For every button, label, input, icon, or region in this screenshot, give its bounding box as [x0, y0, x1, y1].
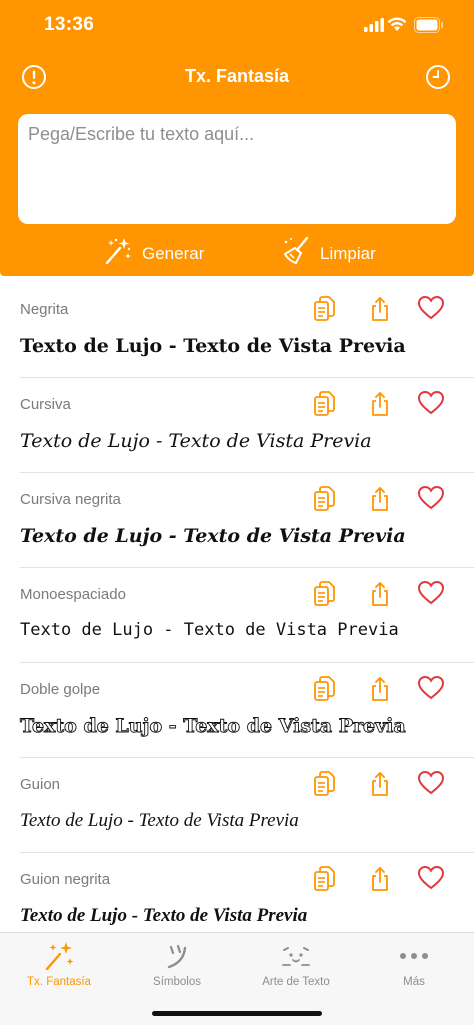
cellular-signal-icon [364, 18, 384, 37]
heart-icon[interactable] [417, 580, 445, 611]
tab-label: Tx. Fantasía [27, 976, 91, 988]
copy-icon[interactable] [312, 580, 338, 613]
copy-icon[interactable] [312, 770, 338, 803]
sparkles-icon [0, 941, 118, 971]
style-name: Monoespaciado [20, 586, 126, 603]
row-actions [312, 390, 474, 420]
style-name: Doble golpe [20, 681, 101, 698]
tab-symbols[interactable]: Símbolos [118, 941, 236, 988]
text-input-placeholder: Pega/Escribe tu texto aquí... [28, 124, 255, 144]
style-preview: Texto de Lujo - Texto de Vista Previa [20, 335, 406, 357]
share-icon[interactable] [367, 675, 393, 708]
generate-label: Generar [142, 243, 205, 263]
wifi-icon [387, 17, 407, 37]
tab-text-art[interactable]: Arte de Texto [237, 941, 355, 988]
style-row-doble-golpe[interactable]: Doble golpe Texto de Lujo - Texto de Vis… [20, 663, 474, 758]
row-actions [312, 580, 474, 610]
style-name: Cursiva [20, 396, 71, 413]
battery-icon [414, 17, 444, 38]
navigation-bar: Tx. Fantasía [0, 56, 474, 98]
copy-icon[interactable] [312, 675, 338, 708]
copy-icon[interactable] [312, 295, 338, 328]
copy-icon[interactable] [312, 865, 338, 898]
share-icon[interactable] [367, 295, 393, 328]
style-preview: Texto de Lujo - Texto de Vista Previa [20, 620, 399, 640]
row-actions [312, 865, 474, 895]
tab-label: Símbolos [153, 976, 201, 988]
row-actions [312, 770, 474, 800]
style-row-cursiva-negrita[interactable]: Cursiva negrita Texto de Lujo - Texto de… [20, 473, 474, 568]
copy-icon[interactable] [312, 485, 338, 518]
style-preview: Texto de Lujo - Texto de Vista Previa [20, 905, 308, 926]
home-indicator[interactable] [152, 1011, 322, 1016]
history-clock-icon[interactable] [425, 64, 451, 95]
share-icon[interactable] [367, 485, 393, 518]
style-name: Guion [20, 776, 61, 793]
heart-icon[interactable] [417, 390, 445, 421]
heart-icon[interactable] [417, 770, 445, 801]
style-name: Guion negrita [20, 871, 111, 888]
row-actions [312, 295, 474, 325]
style-row-monoespaciado[interactable]: Monoespaciado Texto de Lujo - Texto de V… [20, 568, 474, 663]
share-icon[interactable] [367, 770, 393, 803]
share-icon[interactable] [367, 580, 393, 613]
text-art-icon [237, 941, 355, 971]
clear-label: Limpiar [320, 243, 376, 263]
status-time: 13:36 [44, 14, 95, 35]
status-bar: 13:36 [0, 0, 474, 52]
tab-more[interactable]: Más [355, 941, 473, 988]
tab-label: Más [403, 976, 425, 988]
style-row-negrita[interactable]: Negrita Texto de Lujo - Texto de Vista P… [20, 283, 474, 378]
page-title: Tx. Fantasía [184, 66, 290, 86]
share-icon[interactable] [367, 390, 393, 423]
style-preview: Texto de Lujo - Texto de Vista Previa [20, 810, 299, 831]
style-preview: Texto de Lujo - Texto de Vista Previa [20, 715, 407, 738]
symbols-icon [118, 941, 236, 971]
broom-icon [282, 236, 310, 271]
heart-icon[interactable] [417, 865, 445, 896]
magic-wand-icon [102, 236, 132, 271]
copy-icon[interactable] [312, 390, 338, 423]
header-panel: 13:36 Tx. Fantasía Pega/Escribe tu texto… [0, 0, 474, 276]
clear-button[interactable]: Limpiar [282, 236, 376, 271]
style-row-guion[interactable]: Guion Texto de Lujo - Texto de Vista Pre… [20, 758, 474, 853]
tab-label: Arte de Texto [262, 976, 330, 988]
style-list: Negrita Texto de Lujo - Texto de Vista P… [0, 283, 474, 948]
generate-button[interactable]: Generar [102, 236, 204, 271]
row-actions [312, 675, 474, 705]
style-preview: Texto de Lujo - Texto de Vista Previa [20, 525, 406, 547]
style-row-cursiva[interactable]: Cursiva Texto de Lujo - Texto de Vista P… [20, 378, 474, 473]
tab-fantasy-text[interactable]: Tx. Fantasía [0, 941, 118, 988]
text-input[interactable]: Pega/Escribe tu texto aquí... [18, 114, 456, 224]
style-name: Negrita [20, 301, 69, 318]
share-icon[interactable] [367, 865, 393, 898]
heart-icon[interactable] [417, 485, 445, 516]
more-icon [355, 941, 473, 971]
heart-icon[interactable] [417, 675, 445, 706]
action-bar: Generar Limpiar [0, 232, 474, 272]
style-preview: Texto de Lujo - Texto de Vista Previa [20, 430, 372, 452]
heart-icon[interactable] [417, 295, 445, 326]
style-name: Cursiva negrita [20, 491, 121, 508]
row-actions [312, 485, 474, 515]
